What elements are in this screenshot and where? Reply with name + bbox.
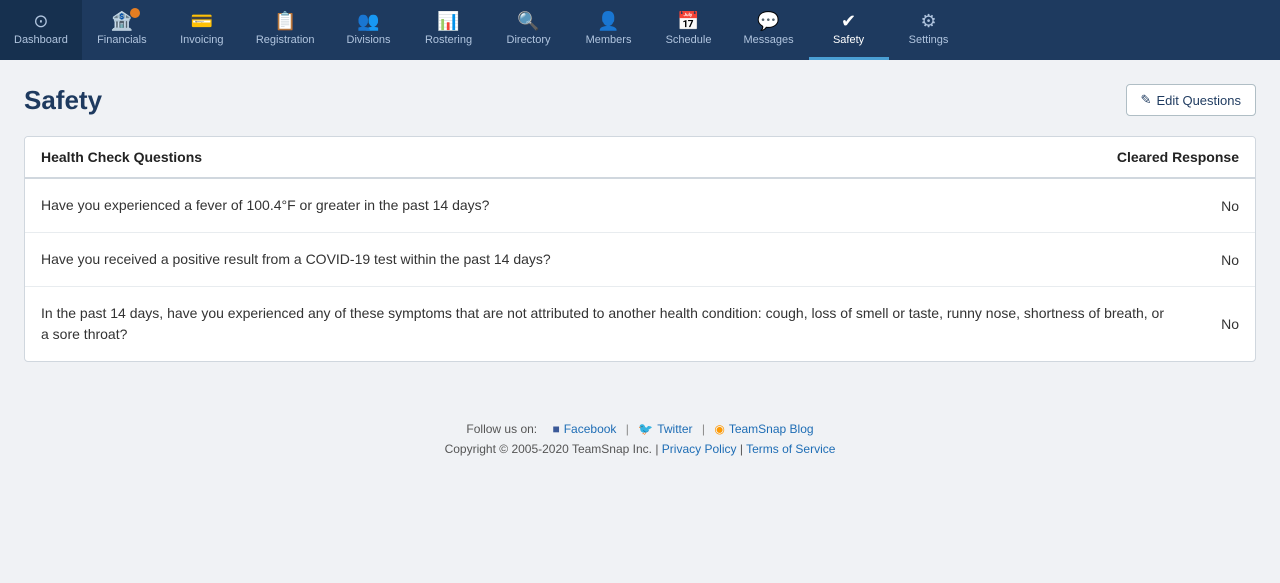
financials-nav-label: Financials bbox=[97, 34, 147, 46]
question-text-1: Have you received a positive result from… bbox=[41, 249, 1209, 270]
nav-item-dashboard[interactable]: ⊙ Dashboard bbox=[0, 0, 82, 60]
nav-item-invoicing[interactable]: 💳 Invoicing bbox=[162, 0, 242, 60]
safety-nav-label: Safety bbox=[833, 34, 864, 46]
nav-item-directory[interactable]: 🔍 Directory bbox=[489, 0, 569, 60]
footer-copyright: Copyright © 2005-2020 TeamSnap Inc. | Pr… bbox=[20, 442, 1260, 456]
directory-nav-label: Directory bbox=[507, 34, 551, 46]
follow-text: Follow us on: bbox=[466, 422, 537, 436]
table-row: Have you received a positive result from… bbox=[25, 233, 1255, 287]
nav-item-safety[interactable]: ✔ Safety bbox=[809, 0, 889, 60]
settings-nav-label: Settings bbox=[909, 34, 949, 46]
divisions-nav-icon: 👥 bbox=[357, 11, 379, 32]
nav-item-schedule[interactable]: 📅 Schedule bbox=[649, 0, 729, 60]
blog-link-container: ◉ TeamSnap Blog bbox=[714, 422, 813, 436]
registration-nav-icon: 📋 bbox=[274, 11, 296, 32]
question-text-0: Have you experienced a fever of 100.4°F … bbox=[41, 195, 1209, 216]
twitter-link[interactable]: Twitter bbox=[657, 422, 692, 436]
schedule-nav-label: Schedule bbox=[666, 34, 712, 46]
col-response-header: Cleared Response bbox=[1117, 149, 1239, 165]
table-row: Have you experienced a fever of 100.4°F … bbox=[25, 179, 1255, 233]
response-value-2: No bbox=[1209, 316, 1239, 332]
response-value-0: No bbox=[1209, 198, 1239, 214]
nav-item-financials[interactable]: 🏦Financials bbox=[82, 0, 162, 60]
facebook-icon: ■ bbox=[552, 422, 559, 436]
nav-item-registration[interactable]: 📋 Registration bbox=[242, 0, 329, 60]
dashboard-nav-label: Dashboard bbox=[14, 34, 68, 46]
twitter-link-container: 🐦 Twitter bbox=[638, 422, 692, 436]
table-header-row: Health Check Questions Cleared Response bbox=[25, 137, 1255, 179]
terms-of-service-link[interactable]: Terms of Service bbox=[746, 442, 835, 456]
rostering-nav-label: Rostering bbox=[425, 34, 472, 46]
twitter-icon: 🐦 bbox=[638, 422, 653, 436]
main-content: Safety ✎ Edit Questions Health Check Que… bbox=[0, 60, 1280, 362]
nav-item-members[interactable]: 👤 Members bbox=[569, 0, 649, 60]
health-check-table: Health Check Questions Cleared Response … bbox=[24, 136, 1256, 362]
safety-nav-icon: ✔ bbox=[841, 11, 856, 32]
invoicing-nav-icon: 💳 bbox=[191, 11, 213, 32]
messages-nav-icon: 💬 bbox=[757, 11, 779, 32]
footer-follow: Follow us on: ■ Facebook | 🐦 Twitter | ◉… bbox=[20, 422, 1260, 436]
facebook-link[interactable]: Facebook bbox=[564, 422, 617, 436]
nav-item-settings[interactable]: ⚙ Settings bbox=[889, 0, 969, 60]
nav-bar: ⊙ Dashboard 🏦Financials 💳 Invoicing 📋 Registra… bbox=[0, 0, 1280, 60]
nav-item-divisions[interactable]: 👥 Divisions bbox=[329, 0, 409, 60]
rss-icon: ◉ bbox=[714, 422, 724, 436]
pencil-icon: ✎ bbox=[1141, 92, 1152, 108]
rostering-nav-icon: 📊 bbox=[437, 11, 459, 32]
nav-item-messages[interactable]: 💬 Messages bbox=[729, 0, 809, 60]
messages-nav-label: Messages bbox=[743, 34, 793, 46]
question-text-2: In the past 14 days, have you experience… bbox=[41, 303, 1209, 345]
nav-item-rostering[interactable]: 📊 Rostering bbox=[409, 0, 489, 60]
col-question-header: Health Check Questions bbox=[41, 149, 202, 165]
page-title: Safety bbox=[24, 85, 102, 116]
table-body: Have you experienced a fever of 100.4°F … bbox=[25, 179, 1255, 361]
schedule-nav-icon: 📅 bbox=[677, 11, 699, 32]
members-nav-label: Members bbox=[586, 34, 632, 46]
financials-nav-badge bbox=[130, 8, 140, 18]
blog-link[interactable]: TeamSnap Blog bbox=[729, 422, 814, 436]
edit-questions-button[interactable]: ✎ Edit Questions bbox=[1126, 84, 1256, 116]
invoicing-nav-label: Invoicing bbox=[180, 34, 223, 46]
page-header: Safety ✎ Edit Questions bbox=[24, 84, 1256, 116]
table-row: In the past 14 days, have you experience… bbox=[25, 287, 1255, 361]
footer: Follow us on: ■ Facebook | 🐦 Twitter | ◉… bbox=[0, 402, 1280, 476]
divisions-nav-label: Divisions bbox=[347, 34, 391, 46]
response-value-1: No bbox=[1209, 252, 1239, 268]
registration-nav-label: Registration bbox=[256, 34, 315, 46]
privacy-policy-link[interactable]: Privacy Policy bbox=[662, 442, 737, 456]
directory-nav-icon: 🔍 bbox=[517, 11, 539, 32]
dashboard-nav-icon: ⊙ bbox=[33, 11, 48, 32]
members-nav-icon: 👤 bbox=[597, 11, 619, 32]
facebook-link-container: ■ Facebook bbox=[552, 422, 616, 436]
settings-nav-icon: ⚙ bbox=[920, 11, 936, 32]
